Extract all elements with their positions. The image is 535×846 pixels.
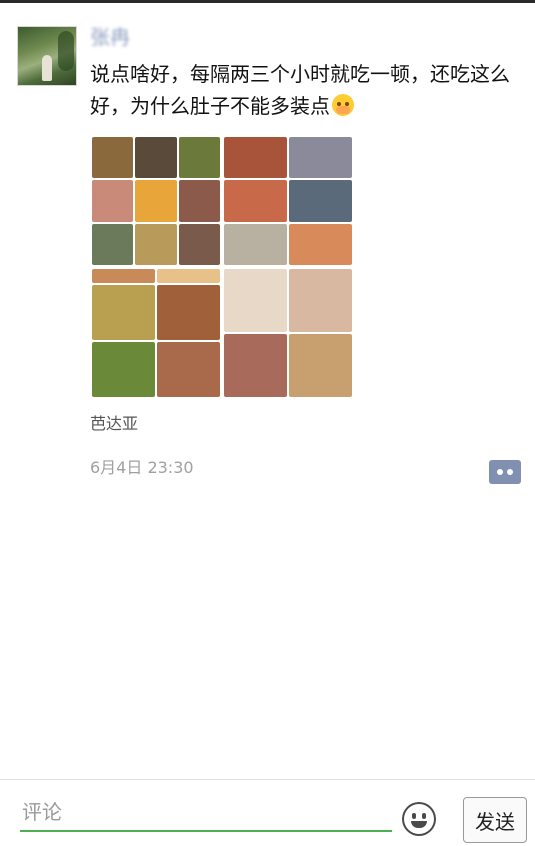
photo-tile xyxy=(157,341,220,397)
photo-tile xyxy=(289,269,352,332)
photo-2[interactable] xyxy=(224,137,352,265)
photo-tile xyxy=(92,180,134,222)
comment-input[interactable] xyxy=(20,794,392,832)
post-text: 说点啥好，每隔两三个小时就吃一顿，还吃这么好，为什么肚子不能多装点 xyxy=(90,58,520,122)
smiley-face-icon-face xyxy=(404,804,434,834)
photo-tile xyxy=(92,223,134,265)
send-button[interactable]: 发送 xyxy=(463,797,527,843)
avatar-tree-shape xyxy=(58,31,74,71)
comment-more-icon xyxy=(497,469,503,475)
username[interactable]: 张冉 xyxy=(90,24,138,50)
avatar-person-shape xyxy=(42,55,52,81)
photo-tile xyxy=(178,137,220,179)
photo-tile xyxy=(178,223,220,265)
photo-tile xyxy=(157,269,220,283)
post-timestamp: 6月4日 23:30 xyxy=(90,458,194,477)
photo-tile xyxy=(289,180,352,222)
photo-tile xyxy=(289,334,352,397)
photo-tile xyxy=(92,341,155,397)
photo-3[interactable] xyxy=(92,269,220,397)
photo-tile xyxy=(135,137,177,179)
smiley-face-icon[interactable] xyxy=(402,802,436,836)
photo-tile xyxy=(289,223,352,265)
photo-tile xyxy=(135,223,177,265)
photo-tile xyxy=(224,334,287,397)
status-bar-strip xyxy=(0,0,535,3)
location-label[interactable]: 芭达亚 xyxy=(90,412,138,436)
photo-tile xyxy=(92,269,155,283)
comment-more-icon-dot xyxy=(507,469,513,475)
comment-more-button[interactable] xyxy=(489,460,521,484)
photo-tile xyxy=(92,284,155,340)
photo-tile xyxy=(92,137,134,179)
photo-1[interactable] xyxy=(92,137,220,265)
post-text-content: 说点啥好，每隔两三个小时就吃一顿，还吃这么好，为什么肚子不能多装点 xyxy=(90,62,510,118)
photo-tile xyxy=(224,180,287,222)
photo-tile xyxy=(224,223,287,265)
photo-4[interactable] xyxy=(224,269,352,397)
avatar[interactable] xyxy=(17,26,77,86)
photo-grid xyxy=(92,137,354,397)
photo-tile xyxy=(224,137,287,179)
photo-tile xyxy=(178,180,220,222)
photo-tile xyxy=(224,269,287,332)
photo-tile xyxy=(289,137,352,179)
photo-tile xyxy=(157,284,220,340)
comment-composer: 发送 xyxy=(0,779,535,846)
photo-tile xyxy=(135,180,177,222)
flushed-face-emoji-icon xyxy=(332,94,354,116)
